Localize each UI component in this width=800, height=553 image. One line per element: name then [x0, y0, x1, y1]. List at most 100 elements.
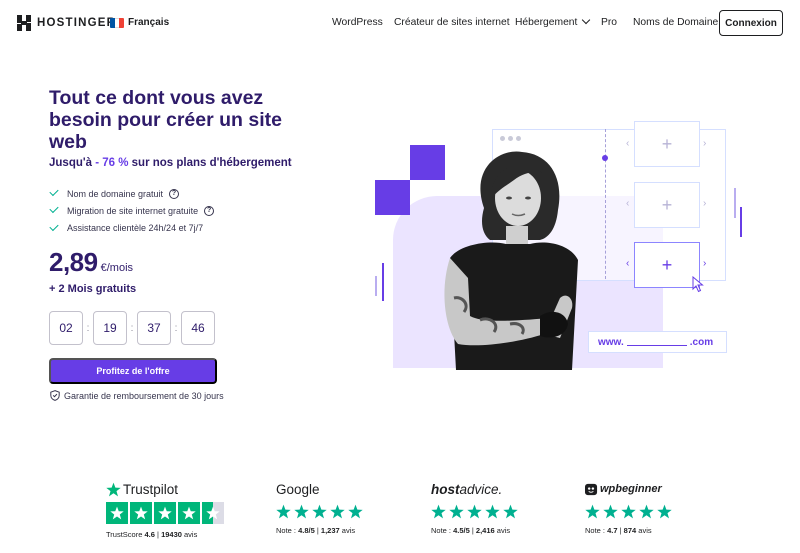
trustpilot-score: TrustScore 4.6 | 19430 avis: [106, 530, 198, 539]
rating-wpbeginner[interactable]: wpbeginner Note : 4.7 | 874 avis: [585, 480, 672, 535]
chevron-right-icon: ›: [703, 138, 707, 149]
info-icon[interactable]: ?: [204, 205, 215, 216]
feature-item: Nom de domaine gratuit ?: [49, 185, 214, 202]
chevron-left-icon: ‹: [626, 258, 630, 269]
decorative-line: [375, 276, 377, 296]
nav-link-website-builder[interactable]: Créateur de sites internet: [394, 17, 510, 28]
star-icon: [178, 502, 200, 524]
browser-dots: [500, 136, 521, 141]
bonus-months: + 2 Mois gratuits: [49, 283, 137, 295]
rating-hostadvice[interactable]: host advice. Note : 4.5/5 | 2,416 avis: [431, 480, 518, 535]
star-icon: [312, 504, 327, 519]
guide-dot: [602, 155, 608, 161]
price-value: 2,89: [49, 247, 98, 277]
check-icon: [49, 204, 59, 214]
hostadvice-score: Note : 4.5/5 | 2,416 avis: [431, 526, 511, 535]
star-icon: [503, 504, 518, 519]
star-icon: [106, 502, 128, 524]
nav-link-wordpress[interactable]: WordPress: [332, 17, 383, 28]
chevron-down-icon: [582, 15, 591, 25]
person-photo: [444, 151, 578, 370]
wpbeginner-score: Note : 4.7 | 874 avis: [585, 526, 652, 535]
star-icon: [449, 504, 464, 519]
wpbeginner-icon: [585, 483, 598, 495]
hostadvice-logo: host advice.: [431, 481, 503, 497]
star-icon: [603, 504, 618, 519]
star-icon: [585, 504, 600, 519]
half-star-icon: [202, 502, 224, 524]
star-icon: [294, 504, 309, 519]
star-icon: [639, 504, 654, 519]
check-icon: [49, 186, 59, 197]
star-icon: [276, 504, 291, 519]
countdown-timer: 02 : 19 : 37 : 46: [49, 311, 215, 345]
star-icon: [431, 504, 446, 519]
google-logo: Google: [276, 481, 320, 497]
hero-title: Tout ce dont vous avez besoin pour créer…: [49, 87, 282, 153]
info-icon[interactable]: ?: [169, 188, 180, 199]
google-stars: [276, 504, 363, 519]
star-icon: [467, 504, 482, 519]
star-icon: [130, 502, 152, 524]
dashed-guide: [605, 129, 606, 279]
wpbeginner-stars: [585, 504, 672, 519]
decorative-line: [382, 263, 384, 301]
feature-label: Migration de site internet gratuite: [67, 205, 199, 216]
chevron-left-icon: ‹: [626, 198, 630, 209]
mouse-cursor-icon: [692, 276, 704, 293]
trustpilot-logo: Trustpilot: [106, 480, 224, 498]
nav-link-hosting[interactable]: Hébergement: [515, 15, 591, 28]
nav-link-domains[interactable]: Noms de Domaine: [633, 17, 718, 28]
feature-label: Assistance clientèle 24h/24 et 7j/7: [67, 223, 204, 234]
star-icon: [330, 504, 345, 519]
top-navigation: HOSTINGER Français WordPress Créateur de…: [0, 0, 800, 46]
decorative-line: [734, 188, 736, 218]
countdown-separator: :: [130, 322, 134, 334]
chevron-right-icon: ›: [703, 258, 707, 269]
france-flag-icon: [110, 17, 124, 28]
language-selector[interactable]: Français: [110, 17, 169, 28]
domain-url-bar: www. .com: [588, 331, 727, 353]
claim-offer-button[interactable]: Profitez de l'offre: [49, 358, 217, 384]
decorative-line: [740, 207, 742, 237]
chevron-right-icon: ›: [703, 198, 707, 209]
price-unit: €/mois: [100, 262, 134, 274]
subtitle-prefix: Jusqu'à: [49, 157, 92, 169]
feature-item: Migration de site internet gratuite ?: [49, 202, 215, 219]
layout-block-add-icon: +: [634, 242, 700, 288]
trustpilot-name: Trustpilot: [123, 481, 179, 497]
login-button[interactable]: Connexion: [719, 10, 783, 36]
countdown-days: 02: [49, 311, 83, 345]
trustpilot-stars: [106, 502, 224, 524]
nav-link-pro[interactable]: Pro: [601, 17, 617, 28]
brand-name: HOSTINGER: [37, 17, 117, 29]
star-icon: [154, 502, 176, 524]
feature-label: Nom de domaine gratuit: [67, 188, 164, 199]
countdown-separator: :: [86, 322, 90, 334]
hostinger-logo-icon: [17, 15, 31, 31]
layout-block-add-icon: +: [634, 121, 700, 167]
countdown-minutes: 37: [137, 311, 171, 345]
rating-trustpilot[interactable]: Trustpilot TrustScore 4.6 | 19430 avis: [106, 480, 224, 539]
price: 2,89 €/mois: [49, 247, 133, 278]
hostadvice-stars: [431, 504, 518, 519]
check-icon: [49, 221, 59, 231]
url-prefix: www.: [598, 336, 624, 348]
hostinger-logo[interactable]: HOSTINGER: [17, 15, 116, 31]
countdown-separator: :: [174, 322, 178, 334]
rating-google[interactable]: Google Note : 4.8/5 | 1,237 avis: [276, 480, 363, 535]
shield-check-icon: [50, 390, 60, 401]
discount-percent: - 76 %: [95, 157, 129, 169]
feature-list: Nom de domaine gratuit ? Migration de si…: [49, 185, 215, 237]
url-suffix: .com: [689, 336, 714, 348]
countdown-hours: 19: [93, 311, 127, 345]
url-placeholder-line: [626, 344, 687, 346]
star-icon: [657, 504, 672, 519]
chevron-left-icon: ‹: [626, 138, 630, 149]
feature-item: Assistance clientèle 24h/24 et 7j/7: [49, 220, 214, 237]
countdown-seconds: 46: [181, 311, 215, 345]
trustpilot-star-icon: [106, 482, 121, 496]
google-score: Note : 4.8/5 | 1,237 avis: [276, 526, 356, 535]
guarantee-label: Garantie de remboursement de 30 jours: [64, 390, 224, 401]
money-back-guarantee: Garantie de remboursement de 30 jours: [50, 390, 224, 401]
